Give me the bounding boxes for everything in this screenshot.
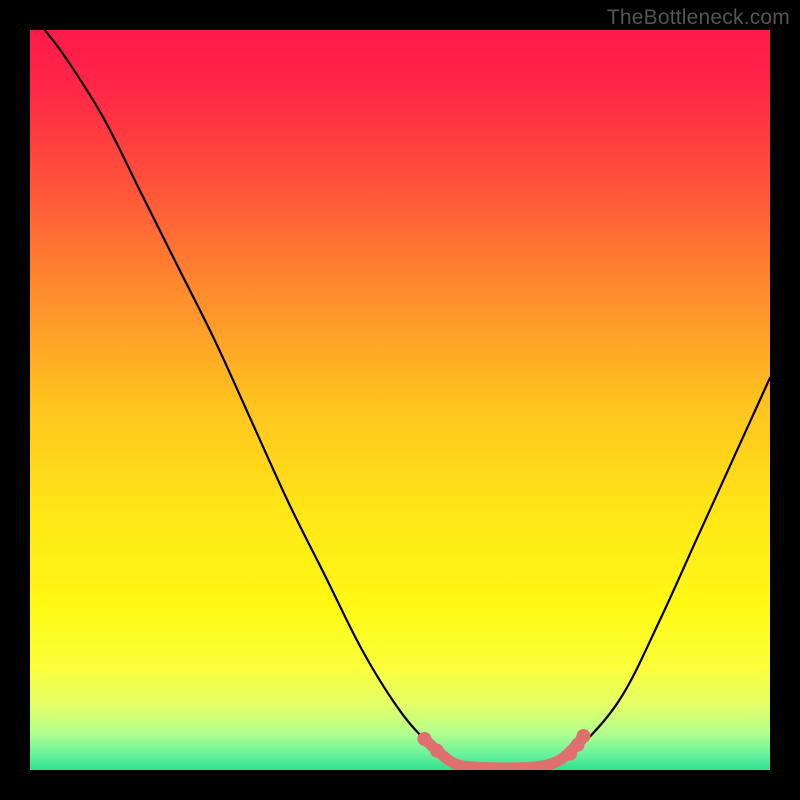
bottleneck-curve	[45, 30, 770, 768]
watermark-text: TheBottleneck.com	[607, 6, 790, 30]
highlight-dot	[577, 729, 591, 743]
highlight-segment	[426, 739, 581, 768]
highlight-dot	[430, 744, 444, 758]
chart-frame: TheBottleneck.com	[0, 0, 800, 800]
highlight-dot	[417, 732, 431, 746]
curve-layer	[30, 30, 770, 770]
plot-area	[30, 30, 770, 770]
